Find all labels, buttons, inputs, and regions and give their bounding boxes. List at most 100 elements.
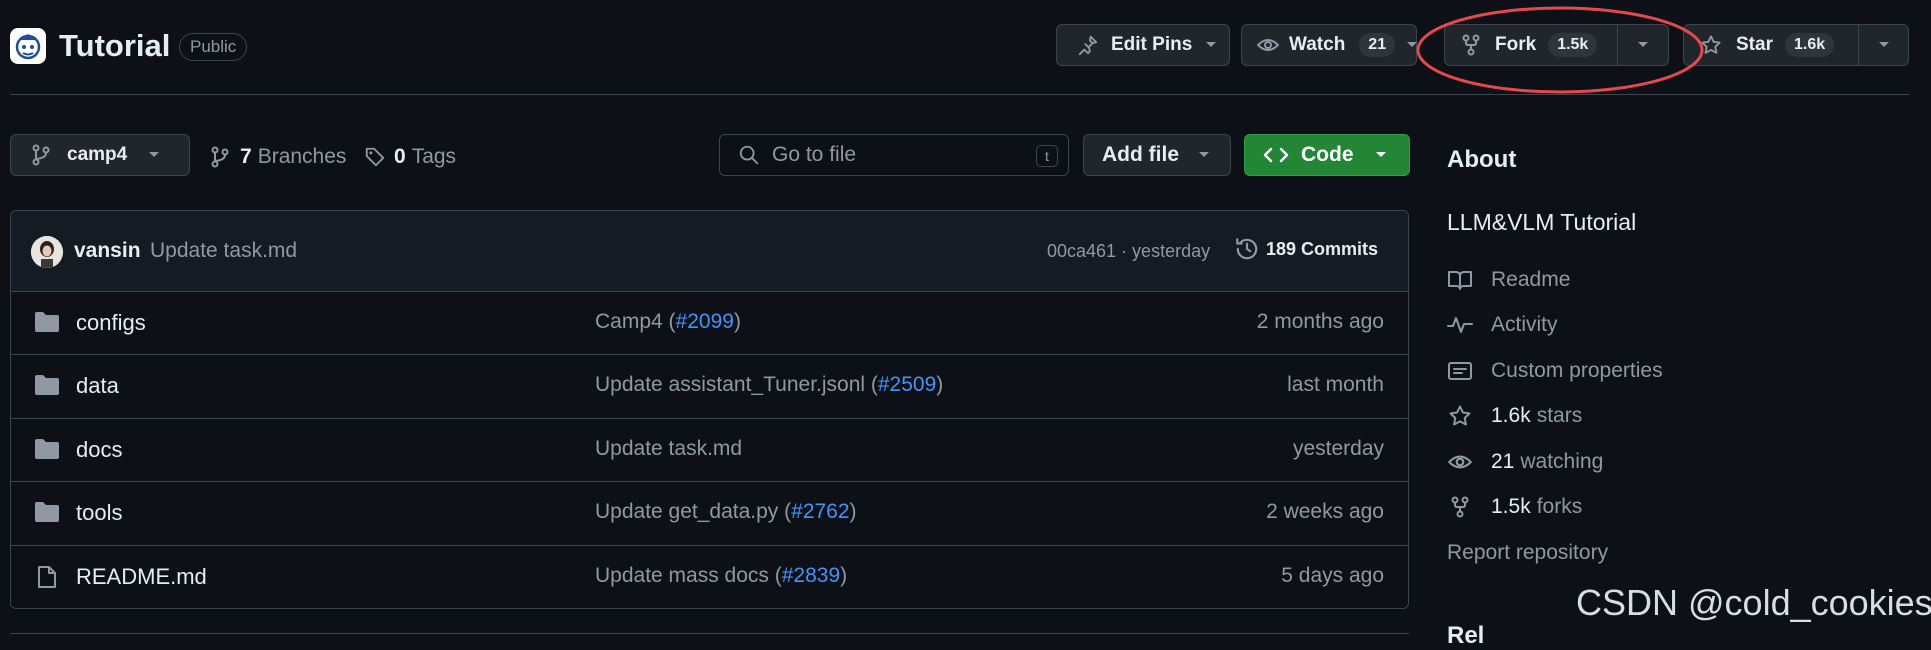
caret-down-icon: [1197, 150, 1211, 160]
caret-down-icon: [1877, 40, 1891, 50]
code-button[interactable]: Code: [1244, 134, 1410, 176]
forks-label: forks: [1536, 495, 1583, 518]
repo-avatar[interactable]: [10, 28, 46, 64]
book-icon: [1447, 269, 1491, 291]
repo-description: LLM&VLM Tutorial: [1447, 209, 1637, 235]
file-name[interactable]: README.md: [76, 564, 207, 590]
add-file-button[interactable]: Add file: [1083, 134, 1231, 176]
pr-link[interactable]: #2762: [791, 500, 849, 523]
pr-link[interactable]: #2099: [676, 310, 734, 333]
activity-label: Activity: [1491, 313, 1558, 336]
commit-time: yesterday: [1292, 437, 1384, 460]
pr-link[interactable]: #2839: [782, 564, 840, 587]
forks-link[interactable]: 1.5k forks: [1447, 495, 1582, 519]
report-repository-link[interactable]: Report repository: [1447, 541, 1608, 565]
commit-author[interactable]: vansin: [74, 239, 141, 263]
commit-meta[interactable]: 00ca461 · yesterday: [1047, 241, 1210, 262]
table-row[interactable]: data Update assistant_Tuner.jsonl (#2509…: [10, 354, 1409, 417]
file-name[interactable]: docs: [76, 437, 122, 463]
table-row[interactable]: configs Camp4 (#2099) 2 months ago: [10, 291, 1409, 354]
watch-count: 21: [1359, 33, 1396, 57]
tag-icon: [364, 146, 386, 168]
stars-count: 1.6k: [1491, 404, 1531, 427]
search-icon: [738, 144, 760, 166]
commits-link[interactable]: 189 Commits: [1234, 236, 1378, 262]
watch-button[interactable]: Watch 21: [1241, 24, 1418, 66]
visibility-badge: Public: [179, 33, 248, 61]
branches-label: Branches: [257, 145, 347, 168]
star-label: Star: [1736, 34, 1773, 55]
watch-label: Watch: [1289, 34, 1346, 55]
commit-message[interactable]: Update mass docs (#2839): [595, 564, 847, 588]
eye-icon: [1256, 35, 1280, 55]
branch-name: camp4: [67, 144, 128, 165]
table-row[interactable]: tools Update get_data.py (#2762) 2 weeks…: [10, 481, 1409, 544]
go-to-file-input[interactable]: Go to file t: [719, 134, 1069, 176]
shortcut-hint: t: [1036, 145, 1058, 167]
latest-commit-bar: vansin Update task.md 00ca461 · yesterda…: [11, 211, 1408, 291]
tags-count: 0: [394, 145, 406, 168]
folder-icon: [34, 438, 60, 460]
stars-link[interactable]: 1.6k stars: [1447, 404, 1582, 428]
branch-select[interactable]: camp4: [10, 134, 190, 176]
about-heading: About: [1447, 146, 1517, 173]
repo-forked-icon: [1447, 496, 1491, 518]
go-to-file-placeholder: Go to file: [772, 143, 857, 166]
pulse-icon: [1447, 314, 1491, 336]
branches-link[interactable]: 7 Branches: [210, 145, 346, 169]
add-file-label: Add file: [1102, 143, 1179, 166]
git-branch-icon: [31, 144, 51, 166]
pin-icon: [1077, 34, 1099, 56]
star-dropdown-button[interactable]: [1859, 25, 1908, 65]
folder-icon: [34, 311, 60, 333]
tags-label: Tags: [411, 145, 457, 168]
watching-count: 21: [1491, 450, 1515, 473]
commit-message[interactable]: Update get_data.py (#2762): [595, 500, 857, 524]
history-icon: [1234, 236, 1260, 262]
edit-pins-label: Edit Pins: [1111, 34, 1193, 55]
folder-icon: [34, 374, 60, 396]
code-label: Code: [1301, 143, 1354, 166]
file-name[interactable]: configs: [76, 310, 146, 336]
annotation-ellipse: [1416, 6, 1704, 94]
table-row[interactable]: docs Update task.md yesterday: [10, 418, 1409, 481]
stars-label: stars: [1536, 404, 1583, 427]
star-button[interactable]: Star 1.6k: [1684, 25, 1858, 65]
caret-down-icon: [147, 150, 161, 160]
eye-icon: [1447, 451, 1491, 473]
file-name[interactable]: data: [76, 373, 119, 399]
commit-message[interactable]: Camp4 (#2099): [595, 310, 741, 334]
caret-down-icon: [1374, 150, 1388, 160]
activity-link[interactable]: Activity: [1447, 313, 1558, 337]
commit-message[interactable]: Update task.md: [150, 239, 297, 263]
star-button-group: Star 1.6k: [1683, 24, 1909, 66]
caret-down-icon: [1204, 40, 1218, 50]
repo-name[interactable]: Tutorial: [59, 28, 170, 64]
readme-link[interactable]: Readme: [1447, 268, 1570, 292]
readme-label: Readme: [1491, 268, 1571, 291]
code-icon: [1263, 145, 1289, 165]
tags-link[interactable]: 0 Tags: [364, 145, 456, 169]
star-count: 1.6k: [1784, 33, 1835, 57]
file-icon: [37, 565, 57, 589]
commit-time: 5 days ago: [1281, 564, 1384, 587]
commit-time: 2 weeks ago: [1266, 500, 1384, 523]
watching-link[interactable]: 21 watching: [1447, 450, 1603, 474]
folder-icon: [34, 501, 60, 523]
watermark: CSDN @cold_cookies: [1576, 582, 1931, 623]
git-branch-icon: [210, 146, 230, 168]
next-section-divider: [10, 633, 1409, 634]
custom-properties-label: Custom properties: [1491, 359, 1663, 382]
commit-message[interactable]: Update assistant_Tuner.jsonl (#2509): [595, 373, 943, 397]
author-avatar[interactable]: [31, 236, 63, 268]
note-icon: [1447, 360, 1491, 382]
table-row[interactable]: README.md Update mass docs (#2839) 5 day…: [10, 545, 1409, 608]
pr-link[interactable]: #2509: [878, 373, 936, 396]
star-icon: [1447, 404, 1491, 428]
header-divider: [10, 94, 1909, 95]
custom-properties-link[interactable]: Custom properties: [1447, 359, 1663, 383]
commits-count: 189 Commits: [1266, 238, 1379, 259]
edit-pins-button[interactable]: Edit Pins: [1056, 24, 1230, 66]
file-name[interactable]: tools: [76, 500, 122, 526]
commit-message[interactable]: Update task.md: [595, 437, 742, 461]
